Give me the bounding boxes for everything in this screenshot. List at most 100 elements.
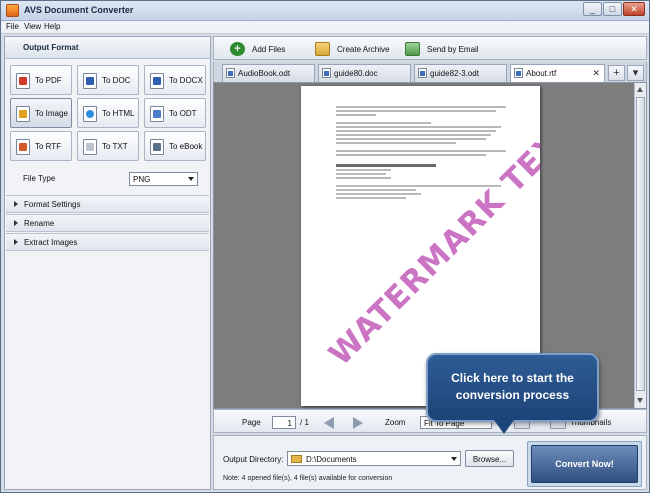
format-settings-section[interactable]: Format Settings — [6, 195, 209, 213]
menu-view[interactable]: View — [24, 22, 41, 31]
expand-arrow-icon — [14, 201, 18, 207]
toolbar: + Add Files Create Archive Send by Email — [213, 36, 647, 60]
menu-help[interactable]: Help — [44, 22, 60, 31]
app-logo-icon — [6, 4, 19, 17]
callout-tooltip: Click here to start the conversion proce… — [426, 353, 599, 422]
extract-images-section[interactable]: Extract Images — [6, 233, 209, 251]
chevron-down-icon — [451, 457, 457, 461]
to-txt-button[interactable]: To TXT — [77, 131, 139, 161]
title-bar: AVS Document Converter _ □ ✕ — [1, 1, 649, 21]
previous-page-icon[interactable] — [322, 416, 338, 429]
format-label: To RTF — [35, 142, 62, 151]
to-ebook-button[interactable]: To eBook — [144, 131, 206, 161]
tab-guide80[interactable]: guide80.doc — [318, 64, 411, 82]
html-icon — [83, 106, 97, 122]
section-label: Extract Images — [24, 238, 78, 247]
document-tabs: AudioBook.odt guide80.doc guide82-3.odt … — [213, 62, 647, 83]
page-number-input[interactable]: 1 — [272, 416, 296, 429]
output-directory-label: Output Directory: — [223, 455, 284, 464]
file-type-select[interactable]: PNG — [129, 172, 198, 186]
to-doc-button[interactable]: To DOC — [77, 65, 139, 95]
document-icon — [322, 68, 331, 78]
to-docx-button[interactable]: To DOCX — [144, 65, 206, 95]
output-directory-field[interactable]: D:\Documents — [287, 451, 461, 466]
format-label: To eBook — [169, 142, 203, 151]
scroll-down-icon[interactable] — [637, 398, 643, 403]
conversion-note: Note: 4 opened file(s), 4 file(s) availa… — [223, 475, 393, 482]
to-pdf-button[interactable]: To PDF — [10, 65, 72, 95]
to-rtf-button[interactable]: To RTF — [10, 131, 72, 161]
close-button[interactable]: ✕ — [623, 2, 645, 16]
rtf-icon — [16, 139, 30, 155]
docx-icon — [150, 73, 164, 89]
callout-line-2: conversion process — [455, 388, 570, 402]
format-label: To TXT — [102, 142, 128, 151]
maximize-button[interactable]: □ — [603, 2, 622, 16]
convert-now-button[interactable]: Convert Now! — [531, 445, 638, 483]
document-icon — [514, 68, 523, 78]
section-label: Rename — [24, 219, 55, 228]
scroll-up-icon[interactable] — [637, 87, 643, 92]
add-files-button[interactable]: + Add Files — [230, 40, 300, 57]
send-by-email-label: Send by Email — [427, 45, 479, 54]
format-label: To DOCX — [169, 76, 203, 85]
email-icon — [405, 42, 420, 56]
next-page-icon[interactable] — [349, 416, 365, 429]
to-odt-button[interactable]: To ODT — [144, 98, 206, 128]
convert-frame: Convert Now! — [527, 441, 642, 487]
doc-icon — [83, 73, 97, 89]
format-label: To ODT — [169, 109, 197, 118]
ebook-icon — [150, 139, 164, 155]
to-image-button[interactable]: To Image — [10, 98, 72, 128]
format-label: To HTML — [102, 109, 135, 118]
folder-icon — [291, 455, 302, 463]
output-panel: Output Directory: D:\Documents Browse...… — [213, 435, 647, 490]
add-files-label: Add Files — [252, 45, 286, 54]
page-label: Page — [242, 418, 261, 427]
tab-audiobook[interactable]: AudioBook.odt — [222, 64, 315, 82]
image-icon — [16, 106, 30, 122]
format-label: To Image — [35, 109, 68, 118]
send-by-email-button[interactable]: Send by Email — [405, 40, 480, 57]
window-title: AVS Document Converter — [24, 5, 134, 15]
document-icon — [418, 68, 427, 78]
format-label: To DOC — [102, 76, 131, 85]
pdf-icon — [16, 73, 30, 89]
expand-arrow-icon — [14, 220, 18, 226]
output-format-header: Output Format — [5, 37, 210, 59]
output-directory-value: D:\Documents — [306, 455, 357, 464]
format-label: To PDF — [35, 76, 62, 85]
tab-label: AudioBook.odt — [238, 69, 291, 78]
page-total: / 1 — [300, 418, 309, 427]
menu-file[interactable]: File — [6, 22, 19, 31]
folder-icon — [315, 42, 330, 56]
app-window: AVS Document Converter _ □ ✕ File View H… — [0, 0, 650, 493]
create-archive-label: Create Archive — [337, 45, 390, 54]
output-format-panel: Output Format To PDF To DOC To DOCX To I… — [4, 36, 211, 490]
txt-icon — [83, 139, 97, 155]
new-tab-button[interactable]: + — [608, 65, 625, 81]
callout-pointer — [494, 420, 514, 434]
scrollbar-thumb[interactable] — [636, 97, 645, 391]
file-type-value: PNG — [133, 175, 151, 184]
tab-label: guide82-3.odt — [430, 69, 479, 78]
tab-label: guide80.doc — [334, 69, 378, 78]
section-label: Format Settings — [24, 200, 81, 209]
vertical-scrollbar[interactable] — [634, 83, 646, 408]
browse-button[interactable]: Browse... — [465, 450, 514, 467]
document-icon — [226, 68, 235, 78]
close-tab-icon[interactable]: ✕ — [592, 68, 600, 79]
chevron-down-icon — [188, 177, 194, 181]
menu-bar: File View Help — [1, 21, 649, 34]
create-archive-button[interactable]: Create Archive — [315, 40, 395, 57]
tab-about[interactable]: About.rtf ✕ — [510, 64, 605, 83]
callout-line-1: Click here to start the — [451, 371, 574, 385]
to-html-button[interactable]: To HTML — [77, 98, 139, 128]
file-type-label: File Type — [23, 174, 56, 183]
minimize-button[interactable]: _ — [583, 2, 602, 16]
odt-icon — [150, 106, 164, 122]
tab-guide82[interactable]: guide82-3.odt — [414, 64, 507, 82]
tab-label: About.rtf — [526, 69, 557, 78]
rename-section[interactable]: Rename — [6, 214, 209, 232]
tab-list-button[interactable]: ▾ — [627, 65, 644, 81]
